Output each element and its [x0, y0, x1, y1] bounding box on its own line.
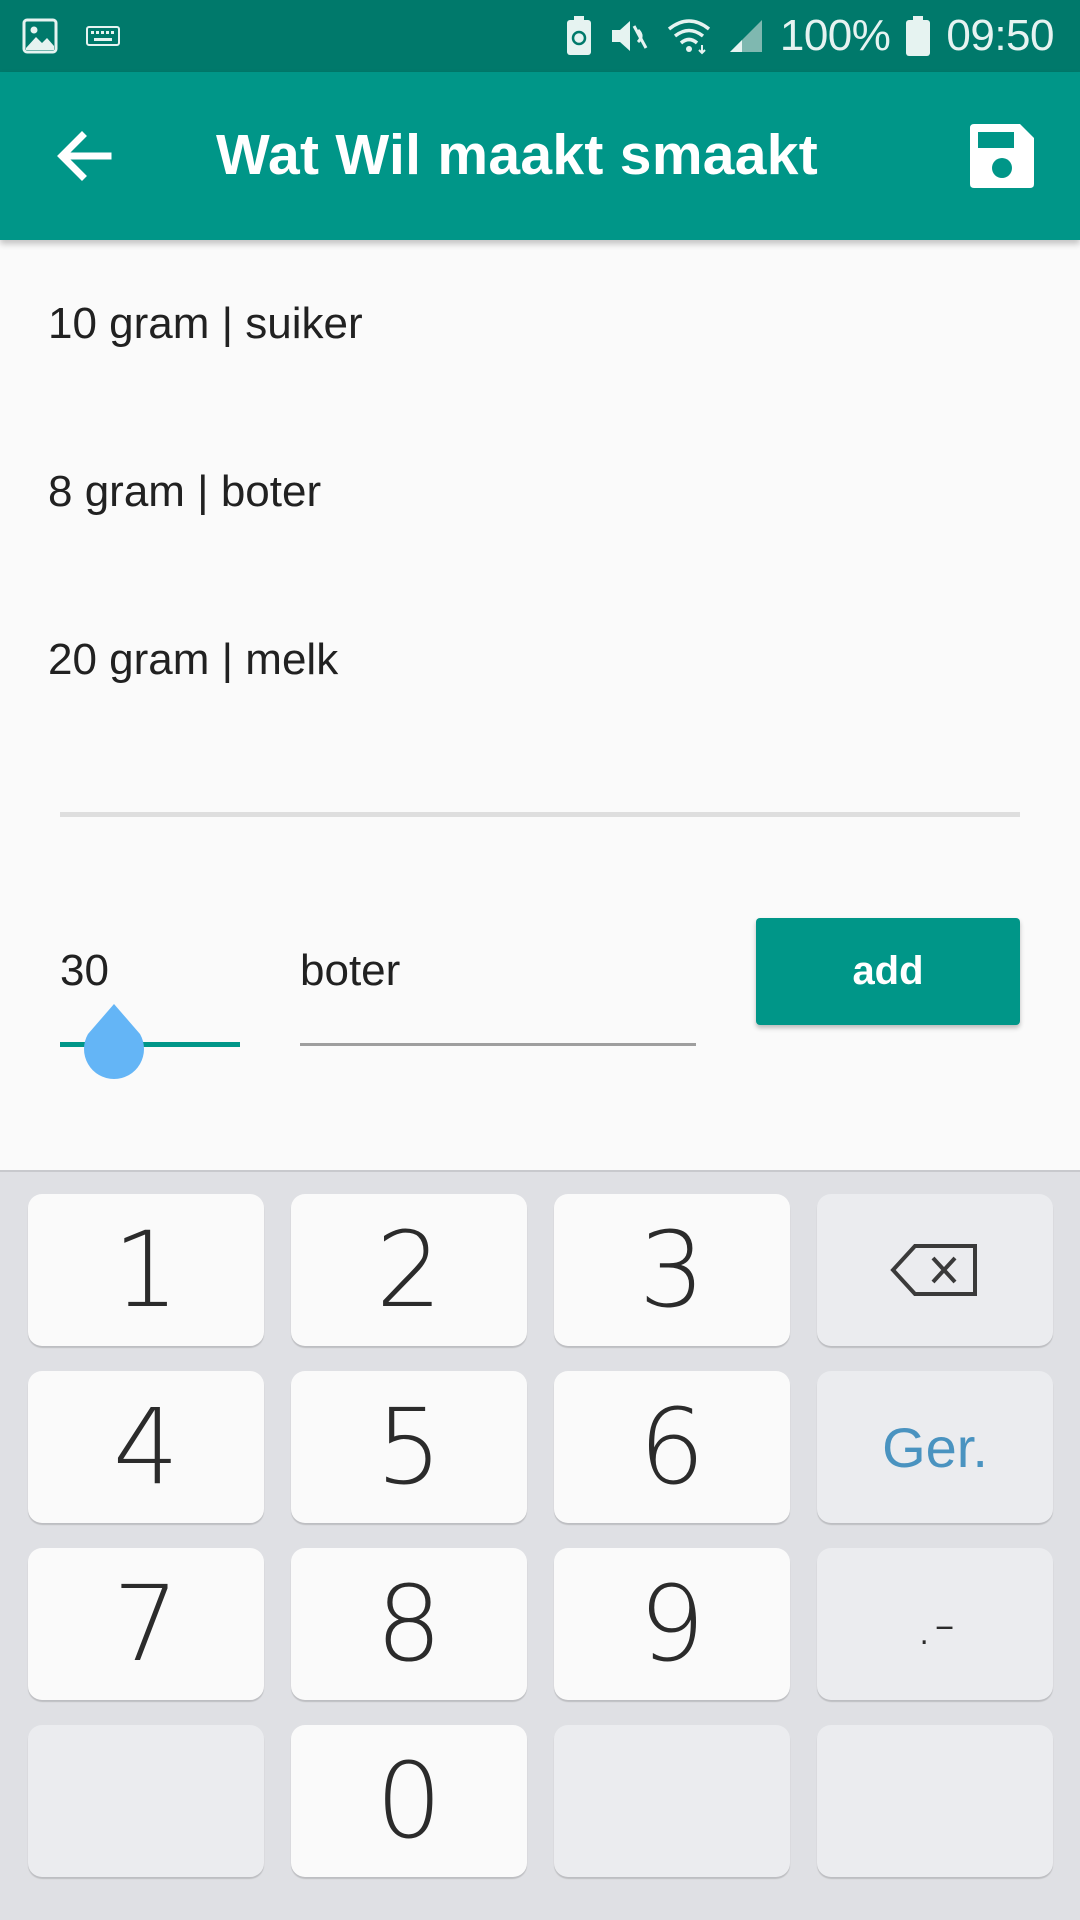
back-button[interactable]: [48, 120, 120, 192]
arrow-back-icon: [57, 131, 112, 181]
battery-icon: [906, 16, 931, 56]
save-icon: [970, 124, 1034, 188]
mute-icon: [611, 21, 648, 51]
key-0[interactable]: 0: [291, 1725, 527, 1877]
list-item[interactable]: 10 gram | suiker: [0, 240, 1080, 408]
quantity-field[interactable]: 30: [60, 946, 109, 996]
symbols-key[interactable]: .-: [817, 1548, 1053, 1700]
divider: [60, 812, 1020, 817]
empty-key-middle: [554, 1725, 790, 1877]
list-item[interactable]: 8 gram | boter: [0, 408, 1080, 576]
clock: 09:50: [946, 11, 1054, 60]
key-3[interactable]: 3: [554, 1194, 790, 1346]
add-button[interactable]: add: [756, 918, 1020, 1025]
app-bar: Wat Wil maakt smaakt: [0, 72, 1080, 240]
signal-icon: [729, 20, 762, 52]
key-7[interactable]: 7: [28, 1548, 264, 1700]
empty-key-right: [817, 1725, 1053, 1877]
battery-saver-icon: [566, 16, 591, 55]
quantity-underline[interactable]: [60, 1004, 240, 1079]
battery-percent: 100%: [779, 11, 891, 60]
ingredient-name-field[interactable]: boter: [300, 940, 696, 1046]
key-5[interactable]: 5: [291, 1371, 527, 1523]
text-cursor-handle[interactable]: [80, 1000, 148, 1084]
key-9[interactable]: 9: [554, 1548, 790, 1700]
done-key[interactable]: Ger.: [817, 1371, 1053, 1523]
status-bar: 100% 09:50: [0, 0, 1080, 72]
page-title: Wat Wil maakt smaakt: [216, 123, 819, 187]
backspace-key[interactable]: [817, 1194, 1053, 1346]
keyboard-icon: [86, 26, 120, 46]
backspace-icon: [890, 1244, 977, 1296]
key-1[interactable]: 1: [28, 1194, 264, 1346]
ingredient-list: 10 gram | suiker 8 gram | boter 20 gram …: [0, 240, 1080, 744]
image-icon: [22, 18, 58, 54]
wifi-icon: [667, 19, 710, 55]
ingredient-name-value: boter: [300, 946, 401, 995]
key-4[interactable]: 4: [28, 1371, 264, 1523]
list-item[interactable]: 20 gram | melk: [0, 576, 1080, 744]
numeric-keyboard: 1 2 3 4 5 6 Ger. 7 8 9 .- 0: [0, 1170, 1080, 1920]
key-2[interactable]: 2: [291, 1194, 527, 1346]
key-6[interactable]: 6: [554, 1371, 790, 1523]
save-button[interactable]: [964, 118, 1040, 194]
key-8[interactable]: 8: [291, 1548, 527, 1700]
empty-key-left: [28, 1725, 264, 1877]
